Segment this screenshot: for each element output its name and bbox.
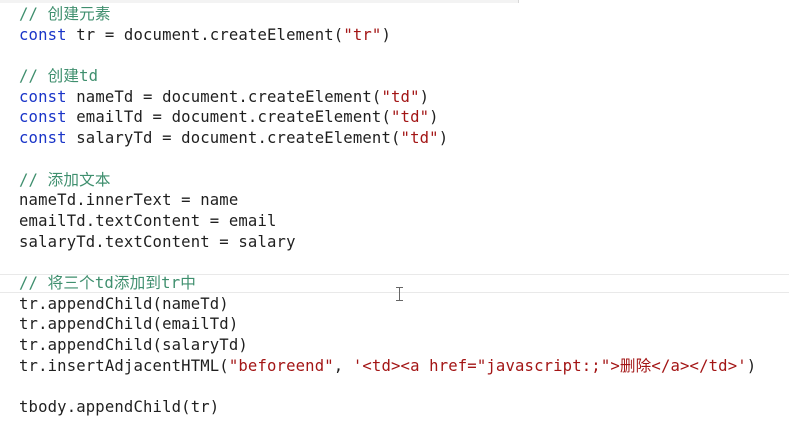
code-line-20[interactable]: tbody.appendChild(tr)	[19, 397, 756, 418]
code-text: nameTd = document.createElement(	[66, 87, 382, 106]
code-text: salaryTd = document.createElement(	[66, 129, 401, 148]
keyword: const	[19, 25, 67, 44]
code-text: tr.appendChild(emailTd)	[19, 315, 239, 334]
comment: // 创建元素	[19, 5, 111, 23]
code-text: ,	[333, 356, 353, 375]
code-text: emailTd = document.createElement(	[66, 108, 392, 127]
comment: // 将三个td添加到tr中	[19, 273, 196, 292]
code-text: salaryTd.textContent = salary	[19, 232, 296, 251]
code-text: tr.insertAdjacentHTML(	[19, 356, 229, 375]
comment: // 添加文本	[19, 170, 111, 189]
keyword: const	[19, 87, 67, 106]
code-line-18[interactable]: tr.insertAdjacentHTML("beforeend", '<td>…	[19, 356, 756, 377]
keyword: const	[19, 108, 67, 127]
code-editor[interactable]: // 创建元素 const tr = document.createElemen…	[0, 0, 789, 430]
code-text: nameTd.innerText = name	[19, 191, 239, 210]
code-text: tr.appendChild(salaryTd)	[19, 336, 248, 354]
editor-top-strip	[0, 0, 518, 3]
code-line-11[interactable]: emailTd.textContent = email	[19, 211, 756, 232]
code-text: )	[381, 25, 392, 44]
code-text: emailTd.textContent = email	[19, 211, 277, 230]
code-line-6[interactable]: const emailTd = document.createElement("…	[19, 107, 756, 128]
code-line-9[interactable]: // 添加文本	[19, 170, 756, 191]
code-block[interactable]: // 创建元素 const tr = document.createElemen…	[19, 4, 756, 418]
code-line-14[interactable]: // 将三个td添加到tr中	[19, 273, 756, 294]
code-line-8[interactable]	[19, 149, 756, 170]
code-text: tbody.appendChild(tr)	[19, 398, 220, 417]
code-text: tr = document.createElement(	[66, 25, 344, 44]
code-line-12[interactable]: salaryTd.textContent = salary	[19, 232, 756, 253]
code-line-10[interactable]: nameTd.innerText = name	[19, 190, 756, 211]
code-text: )	[419, 87, 430, 106]
string-literal: '<td><a href="javascript:;">删除</a></td>'	[352, 356, 747, 375]
code-line-3[interactable]	[19, 45, 756, 66]
string-literal: "td"	[381, 87, 420, 106]
editor-top-strip-edge	[518, 0, 519, 3]
code-text: )	[746, 356, 757, 375]
code-text: tr.appendChild(nameTd)	[19, 294, 229, 313]
string-literal: "beforeend"	[228, 356, 334, 375]
string-literal: "td"	[400, 129, 439, 148]
code-line-1[interactable]: // 创建元素	[19, 4, 756, 25]
code-line-19[interactable]	[19, 376, 756, 397]
code-line-15[interactable]: tr.appendChild(nameTd)	[19, 294, 756, 315]
code-line-5[interactable]: const nameTd = document.createElement("t…	[19, 87, 756, 108]
string-literal: "tr"	[343, 25, 382, 44]
code-line-16[interactable]: tr.appendChild(emailTd)	[19, 314, 756, 335]
string-literal: "td"	[391, 108, 430, 127]
code-line-2[interactable]: const tr = document.createElement("tr")	[19, 25, 756, 46]
comment: // 创建td	[19, 67, 99, 86]
code-line-7[interactable]: const salaryTd = document.createElement(…	[19, 128, 756, 149]
code-line-17[interactable]: tr.appendChild(salaryTd)	[19, 335, 756, 356]
keyword: const	[19, 129, 67, 148]
code-text: )	[438, 129, 449, 148]
code-text: )	[429, 108, 439, 127]
code-line-4[interactable]: // 创建td	[19, 66, 756, 87]
code-line-13[interactable]	[19, 252, 756, 273]
text-cursor-icon	[396, 287, 403, 301]
